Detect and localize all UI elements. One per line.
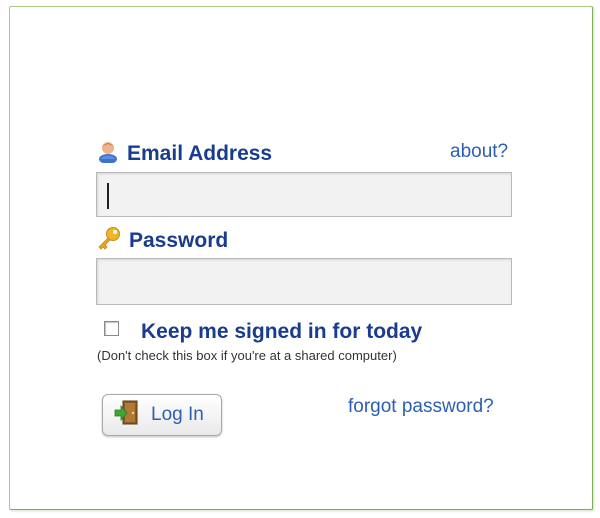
- password-field[interactable]: [96, 258, 512, 305]
- email-label: Email Address: [127, 141, 273, 165]
- keep-signed-in-label[interactable]: Keep me signed in for today: [141, 320, 422, 344]
- text-caret: [107, 183, 109, 209]
- key-icon: [96, 226, 122, 255]
- log-in-button[interactable]: Log In: [102, 394, 222, 436]
- keep-signed-in-checkbox[interactable]: [104, 321, 119, 336]
- about-link[interactable]: about?: [450, 141, 508, 163]
- email-field[interactable]: [96, 172, 512, 217]
- password-label: Password: [129, 228, 229, 252]
- user-icon: [96, 139, 120, 168]
- log-in-label: Log In: [151, 404, 204, 425]
- forgot-password-link[interactable]: forgot password?: [348, 396, 494, 418]
- keep-signed-in-hint: (Don't check this box if you're at a sha…: [97, 348, 397, 363]
- door-exit-icon: [113, 400, 145, 431]
- email-label-row: Email Address: [96, 139, 272, 168]
- password-label-row: Password: [96, 226, 228, 255]
